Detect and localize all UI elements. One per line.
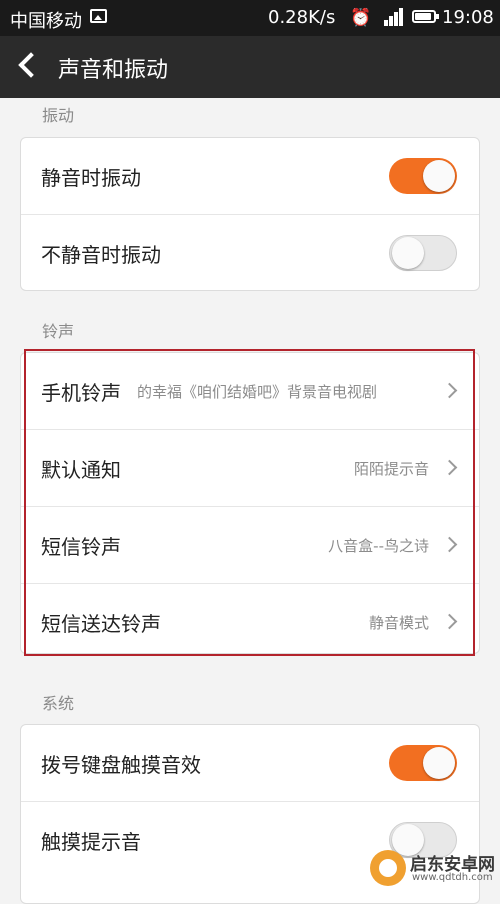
carrier-name: 中国移动 xyxy=(10,11,82,32)
chevron-right-icon xyxy=(441,459,458,476)
picture-notification-icon xyxy=(90,9,107,23)
setting-row-dialpad-sound[interactable]: 拨号键盘触摸音效 xyxy=(21,725,479,802)
watermark-logo: 启东安卓网 www.qdtdh.com xyxy=(370,848,500,889)
setting-label: 拨号键盘触摸音效 xyxy=(41,753,201,777)
dialpad-sound-toggle[interactable] xyxy=(389,745,457,781)
setting-value: 静音模式 xyxy=(368,614,429,632)
setting-row-default-notification[interactable]: 默认通知 陌陌提示音 xyxy=(21,430,479,507)
vibration-card: 静音时振动 不静音时振动 xyxy=(20,137,480,291)
setting-label: 手机铃声 xyxy=(41,381,121,405)
chevron-right-icon xyxy=(441,613,458,630)
setting-label: 短信铃声 xyxy=(41,535,121,559)
setting-row-nonsilent-vibrate[interactable]: 不静音时振动 xyxy=(21,215,479,290)
section-label-system: 系统 xyxy=(42,694,75,713)
status-bar: 中国移动 0.28K/s ⏰ 19:08 xyxy=(0,0,500,36)
setting-value: 陌陌提示音 xyxy=(353,460,429,478)
page-title: 声音和振动 xyxy=(58,58,169,83)
site-logo-icon xyxy=(370,850,406,886)
ringtone-card: 手机铃声 的幸福《咱们结婚吧》背景音电视剧 默认通知 陌陌提示音 短信铃声 八音… xyxy=(20,352,480,654)
watermark-url: www.qdtdh.com xyxy=(412,872,493,883)
setting-label: 不静音时振动 xyxy=(41,243,161,267)
setting-value: 的幸福《咱们结婚吧》背景音电视剧 xyxy=(137,383,378,401)
section-label-vibration: 振动 xyxy=(42,106,75,125)
setting-row-sms-ringtone[interactable]: 短信铃声 八音盒--鸟之诗 xyxy=(21,507,479,584)
section-label-ringtone: 铃声 xyxy=(42,322,75,341)
title-bar: 声音和振动 xyxy=(0,36,500,98)
chevron-right-icon xyxy=(441,536,458,553)
setting-label: 短信送达铃声 xyxy=(41,612,161,636)
setting-label: 触摸提示音 xyxy=(41,830,141,854)
network-speed: 0.28K/s xyxy=(268,7,336,28)
back-arrow-icon[interactable] xyxy=(18,52,44,78)
clock-time: 19:08 xyxy=(442,7,494,28)
setting-row-silent-vibrate[interactable]: 静音时振动 xyxy=(21,138,479,215)
silent-vibrate-toggle[interactable] xyxy=(389,158,457,194)
setting-label: 静音时振动 xyxy=(41,166,141,190)
setting-row-sms-delivery-ringtone[interactable]: 短信送达铃声 静音模式 xyxy=(21,584,479,653)
setting-row-phone-ringtone[interactable]: 手机铃声 的幸福《咱们结婚吧》背景音电视剧 xyxy=(21,353,479,430)
toggle-knob xyxy=(423,747,455,779)
alarm-icon: ⏰ xyxy=(350,8,372,28)
signal-strength-icon xyxy=(378,6,404,26)
battery-icon xyxy=(412,10,439,23)
toggle-knob xyxy=(423,160,455,192)
chevron-right-icon xyxy=(441,382,458,399)
setting-value: 八音盒--鸟之诗 xyxy=(328,537,429,555)
setting-label: 默认通知 xyxy=(41,458,121,482)
toggle-knob xyxy=(392,237,424,269)
nonsilent-vibrate-toggle[interactable] xyxy=(389,235,457,271)
